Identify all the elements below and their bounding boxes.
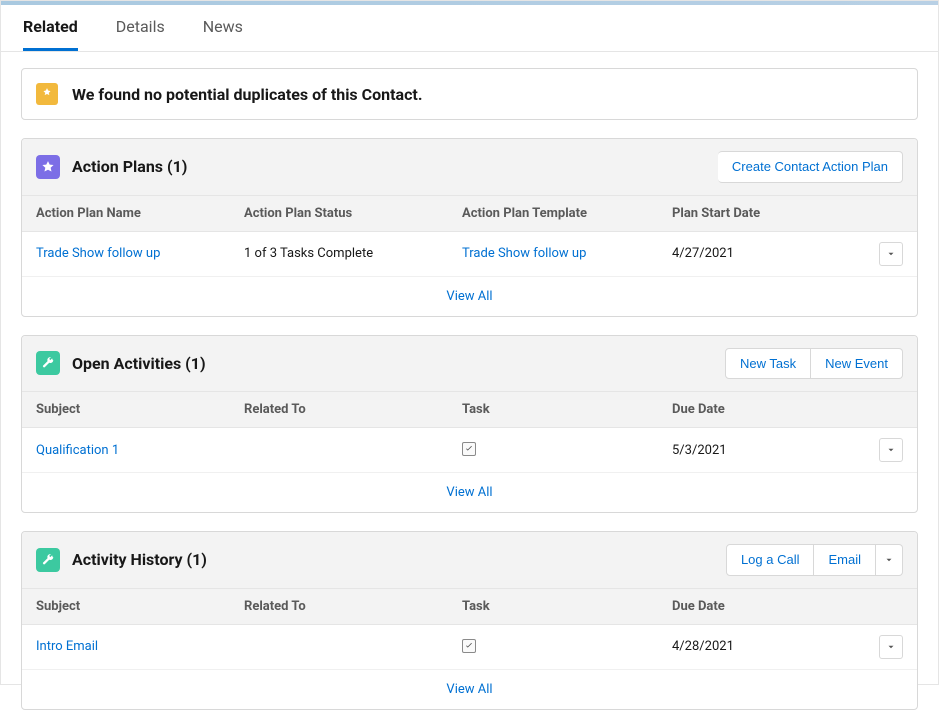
action-plans-title: Action Plans (1)	[72, 157, 187, 176]
chevron-down-icon	[886, 249, 896, 259]
log-a-call-button[interactable]: Log a Call	[726, 544, 815, 576]
chevron-down-icon	[886, 445, 896, 455]
chevron-down-icon	[884, 555, 894, 565]
chevron-down-icon	[886, 642, 896, 652]
history-subject-link[interactable]: Intro Email	[36, 639, 98, 654]
col-related-to: Related To	[244, 599, 462, 614]
tab-details[interactable]: Details	[116, 17, 165, 51]
col-due-date: Due Date	[672, 402, 903, 417]
open-activities-header-row: Subject Related To Task Due Date	[22, 392, 917, 428]
duplicates-message: We found no potential duplicates of this…	[72, 85, 422, 104]
open-activities-card: Open Activities (1) New Task New Event S…	[21, 335, 918, 514]
activity-history-view-all-link[interactable]: View All	[446, 682, 492, 697]
activity-subject-link[interactable]: Qualification 1	[36, 443, 119, 458]
tab-bar: Related Details News	[1, 5, 938, 52]
new-event-button[interactable]: New Event	[811, 348, 903, 380]
wrench-icon	[36, 548, 60, 572]
activity-history-header-row: Subject Related To Task Due Date	[22, 589, 917, 625]
row-actions-button[interactable]	[879, 242, 903, 266]
open-activities-view-all-link[interactable]: View All	[446, 485, 492, 500]
history-due-date: 4/28/2021	[672, 639, 734, 654]
action-plan-template-link[interactable]: Trade Show follow up	[462, 246, 586, 261]
table-row: Intro Email 4/28/2021	[22, 625, 917, 670]
star-icon	[36, 155, 60, 179]
tab-related[interactable]: Related	[23, 17, 78, 51]
check-icon	[464, 641, 474, 651]
task-checkbox	[462, 442, 476, 456]
duplicates-icon	[36, 83, 58, 105]
action-plans-header-row: Action Plan Name Action Plan Status Acti…	[22, 196, 917, 232]
row-actions-button[interactable]	[879, 438, 903, 462]
action-plan-name-link[interactable]: Trade Show follow up	[36, 246, 160, 261]
col-due-date: Due Date	[672, 599, 903, 614]
row-actions-button[interactable]	[879, 635, 903, 659]
action-plans-card: Action Plans (1) Create Contact Action P…	[21, 138, 918, 317]
task-checkbox	[462, 639, 476, 653]
col-action-plan-template: Action Plan Template	[462, 206, 672, 221]
tab-news[interactable]: News	[203, 17, 243, 51]
action-plan-status: 1 of 3 Tasks Complete	[244, 246, 462, 261]
activity-history-title: Activity History (1)	[72, 550, 207, 569]
col-plan-start-date: Plan Start Date	[672, 206, 903, 221]
col-action-plan-name: Action Plan Name	[36, 206, 244, 221]
table-row: Trade Show follow up 1 of 3 Tasks Comple…	[22, 232, 917, 277]
duplicates-banner: We found no potential duplicates of this…	[21, 68, 918, 120]
open-activities-title: Open Activities (1)	[72, 354, 206, 373]
col-task: Task	[462, 599, 672, 614]
email-button[interactable]: Email	[814, 544, 876, 576]
col-task: Task	[462, 402, 672, 417]
wrench-icon	[36, 351, 60, 375]
activity-history-card: Activity History (1) Log a Call Email Su…	[21, 531, 918, 710]
check-icon	[464, 444, 474, 454]
col-related-to: Related To	[244, 402, 462, 417]
new-task-button[interactable]: New Task	[725, 348, 811, 380]
plan-start-date: 4/27/2021	[672, 246, 734, 261]
col-subject: Subject	[36, 402, 244, 417]
create-contact-action-plan-button[interactable]: Create Contact Action Plan	[718, 151, 903, 183]
table-row: Qualification 1 5/3/2021	[22, 428, 917, 473]
activity-due-date: 5/3/2021	[672, 443, 727, 458]
more-actions-button[interactable]	[876, 544, 903, 576]
action-plans-view-all-link[interactable]: View All	[446, 289, 492, 304]
col-subject: Subject	[36, 599, 244, 614]
col-action-plan-status: Action Plan Status	[244, 206, 462, 221]
